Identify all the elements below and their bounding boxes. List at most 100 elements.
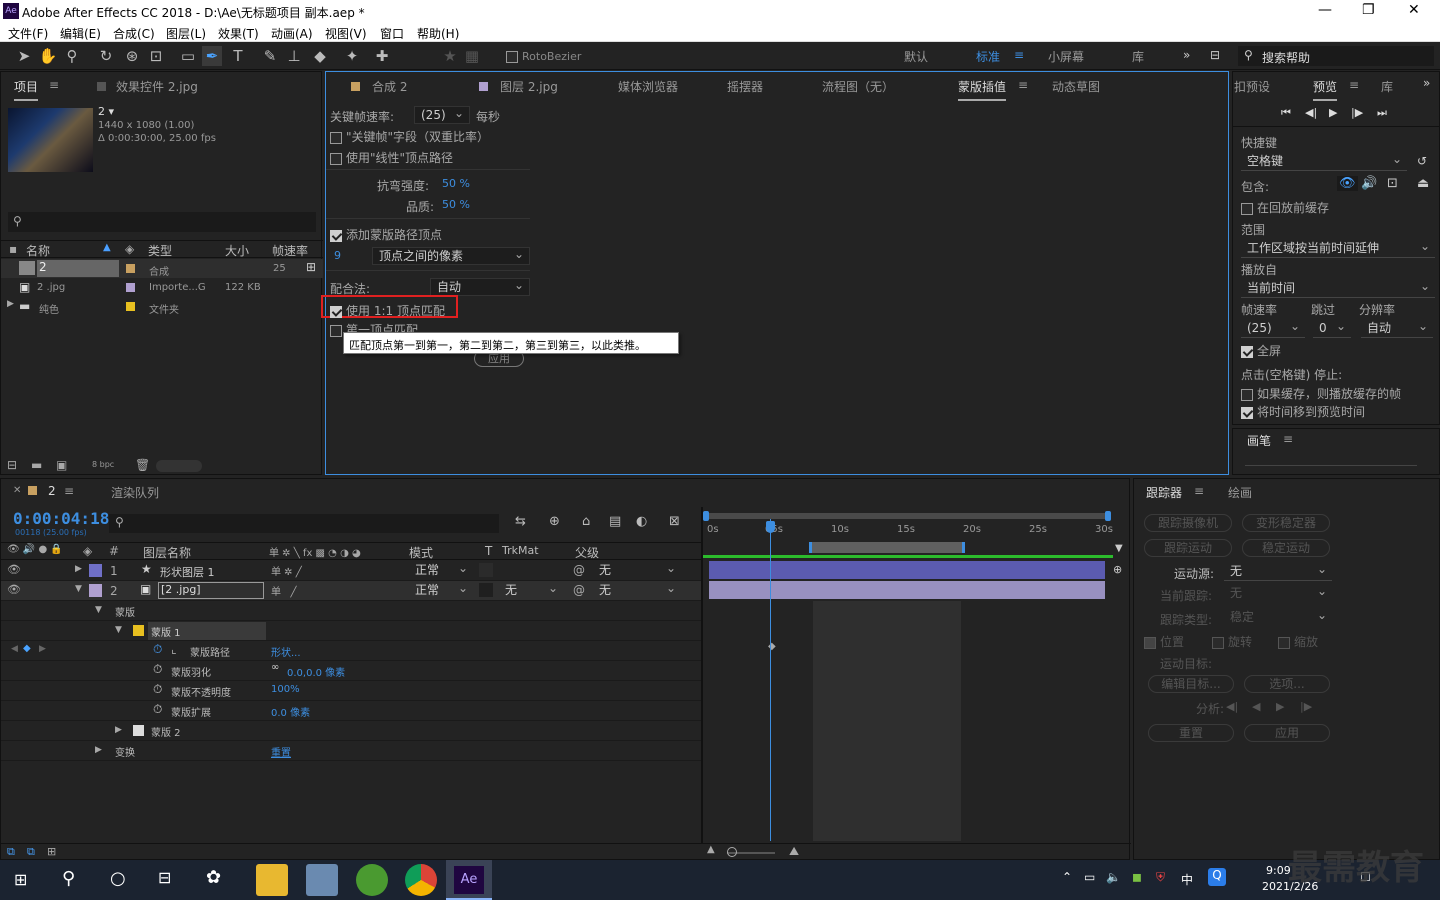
rotate-tool-icon[interactable]: ↻ — [96, 46, 116, 66]
task-view-icon[interactable]: ⊟ — [158, 868, 171, 887]
project-item-row[interactable]: ▣ 2 .jpg Importe...G 122 KB — [1, 278, 323, 297]
security-shield-icon[interactable]: ⛨ — [1156, 870, 1165, 885]
collapse-arrow-icon[interactable]: ▼ — [115, 625, 122, 635]
masks-group-row[interactable]: ▼ 蒙版 — [1, 601, 701, 621]
brush-tool-icon[interactable]: ✎ — [260, 46, 280, 66]
new-composition-icon[interactable]: ▣ — [56, 458, 67, 472]
last-frame-icon[interactable]: ⏭ — [1377, 106, 1387, 120]
stopwatch-icon[interactable]: ⏱ — [153, 662, 162, 677]
close-button[interactable]: ✕ — [1408, 2, 1420, 18]
tab-paint[interactable]: 绘画 — [1228, 484, 1252, 501]
label-color-swatch[interactable] — [89, 584, 102, 597]
workspace-more-button[interactable]: » — [1183, 48, 1190, 62]
link-icon[interactable]: ∞ — [271, 662, 279, 673]
network-icon[interactable]: ▭ — [1084, 870, 1095, 884]
sync-icon[interactable]: ⊟ — [1210, 48, 1220, 62]
eraser-tool-icon[interactable]: ◆ — [310, 46, 330, 66]
ime-indicator[interactable]: 中 — [1181, 871, 1193, 888]
search-icon[interactable]: ⚲ — [62, 868, 75, 889]
blend-mode-dropdown[interactable]: 正常 — [409, 560, 473, 580]
pan-behind-tool-icon[interactable]: ⊡ — [146, 46, 166, 66]
matching-method-dropdown[interactable]: 自动 — [430, 277, 530, 296]
clock-time[interactable]: 9:09 — [1266, 864, 1291, 877]
expand-arrow-icon[interactable]: ▶ — [95, 745, 102, 755]
next-frame-icon[interactable]: |▶ — [1351, 106, 1363, 119]
mask-name[interactable]: 蒙版 1 — [148, 622, 266, 640]
puppet-pin-tool-icon[interactable]: ✚ — [372, 46, 392, 66]
apply-button[interactable]: 应用 — [1244, 724, 1330, 742]
zoom-slider-handle[interactable] — [727, 847, 737, 857]
analyze-forward-icon[interactable]: ▶ — [1276, 700, 1284, 713]
hand-tool-icon[interactable]: ✋ — [38, 46, 58, 66]
cache-before-playback-checkbox[interactable]: 在回放前缓存 — [1241, 199, 1329, 216]
current-time-indicator[interactable] — [770, 519, 771, 841]
qq-app-icon[interactable]: Q — [1208, 868, 1226, 886]
layer-switches[interactable]: 单 ╱ — [271, 583, 297, 598]
prev-keyframe-icon[interactable]: ◀ — [11, 644, 18, 654]
chrome-icon[interactable] — [405, 864, 437, 896]
motion-blur-icon[interactable]: ◐ — [636, 514, 647, 529]
flowchart-icon[interactable]: ⊞ — [306, 260, 316, 274]
blend-mode-dropdown[interactable]: 正常 — [409, 580, 473, 600]
menu-effect[interactable]: 效果(T) — [218, 25, 259, 42]
menu-composition[interactable]: 合成(C) — [113, 25, 155, 42]
transform-row[interactable]: ▶ 变换 重置 — [1, 741, 701, 761]
reset-button[interactable]: 重置 — [1148, 724, 1234, 742]
col-layer-name[interactable]: 图层名称 — [143, 544, 191, 561]
play-icon[interactable]: ▶ — [1329, 106, 1337, 119]
tab-effect-controls[interactable]: 效果控件 2.jpg — [97, 78, 198, 95]
mask-row[interactable]: ▼ 蒙版 1 — [1, 621, 701, 641]
current-time-display[interactable]: 0:00:04:18 — [13, 509, 109, 528]
selection-tool-icon[interactable]: ➤ — [14, 46, 34, 66]
keyframe-fields-checkbox[interactable]: "关键帧"字段（双重比率） — [330, 128, 489, 145]
first-frame-icon[interactable]: ⏮ — [1281, 106, 1291, 120]
col-parent[interactable]: 父级 — [575, 544, 599, 561]
layer-row[interactable]: 👁 ▼ 2 ▣ [2 .jpg] 单 ╱ 正常 无 @ 无 — [1, 580, 701, 601]
bit-depth-button[interactable]: 8 bpc — [92, 460, 114, 469]
layer-switches[interactable]: 单 ✲ ╱ — [271, 563, 302, 578]
delete-trash-icon[interactable]: 🗑 — [135, 458, 150, 472]
tab-wiggler[interactable]: 摇摆器 — [727, 78, 763, 95]
analyze-backward-icon[interactable]: ◀ — [1252, 700, 1260, 713]
shy-layers-icon[interactable]: ⌂ — [582, 514, 590, 529]
navigator-start-handle[interactable] — [703, 511, 709, 521]
layer-duration-bar[interactable] — [709, 561, 1105, 579]
roto-brush-tool-icon[interactable]: ✦ — [342, 46, 362, 66]
mask-opacity-row[interactable]: ⏱ 蒙版不透明度 100% — [1, 681, 701, 701]
mask-expansion-value[interactable]: 0.0 像素 — [271, 704, 310, 719]
volume-icon[interactable]: 🔈 — [1106, 870, 1121, 884]
windows-start-icon[interactable]: ⊞ — [14, 870, 27, 889]
minimize-button[interactable]: — — [1318, 2, 1332, 18]
nvidia-icon[interactable]: ◼ — [1132, 870, 1142, 884]
menu-edit[interactable]: 编辑(E) — [60, 25, 101, 42]
tab-preview[interactable]: 预览 — [1313, 78, 1338, 101]
mask-name[interactable]: 蒙版 2 — [151, 724, 181, 739]
stabilize-motion-button[interactable]: 稳定运动 — [1242, 539, 1330, 557]
resolution-dropdown[interactable]: 自动 — [1361, 318, 1433, 338]
layer-name[interactable]: 形状图层 1 — [160, 564, 215, 580]
if-cached-checkbox[interactable]: 如果缓存，则播放缓存的帧 — [1241, 385, 1401, 402]
comp-name[interactable]: 2 ▾ — [98, 105, 114, 118]
reset-icon[interactable]: ↺ — [1417, 154, 1427, 168]
warp-stabilizer-button[interactable]: 变形稳定器 — [1242, 514, 1330, 532]
stopwatch-icon[interactable]: ⏱ — [153, 642, 162, 657]
collapse-arrow-icon[interactable]: ▼ — [95, 605, 102, 615]
panel-menu-icon[interactable]: ≡ — [49, 78, 59, 92]
in-out-toggle-icon[interactable]: ⊞ — [47, 845, 56, 858]
track-type-dropdown[interactable]: 稳定 — [1224, 607, 1332, 627]
range-dropdown[interactable]: 工作区域按当前时间延伸 — [1241, 238, 1435, 258]
timeline-search-input[interactable]: ⚲ — [109, 514, 499, 533]
quality-value[interactable]: 50 % — [442, 198, 470, 211]
graph-editor-icon[interactable]: ⊠ — [669, 514, 680, 529]
tab-composition[interactable]: 合成 2 — [351, 78, 407, 95]
snap-icon[interactable]: ⊕ — [1113, 563, 1122, 576]
col-trkmat[interactable]: TrkMat — [502, 544, 539, 557]
tab-render-queue[interactable]: 渲染队列 — [111, 484, 159, 501]
edit-target-button[interactable]: 编辑目标... — [1148, 675, 1234, 693]
col-size[interactable]: 大小 — [225, 242, 249, 259]
mask-feather-row[interactable]: ⏱ 蒙版羽化 ∞ 0.0,0.0 像素 — [1, 661, 701, 681]
preserve-transparency-toggle[interactable] — [479, 563, 493, 577]
track-matte-dropdown[interactable]: 无 — [499, 580, 563, 600]
tab-timeline-comp[interactable]: 2 — [48, 484, 56, 498]
time-navigator[interactable] — [706, 513, 1110, 519]
